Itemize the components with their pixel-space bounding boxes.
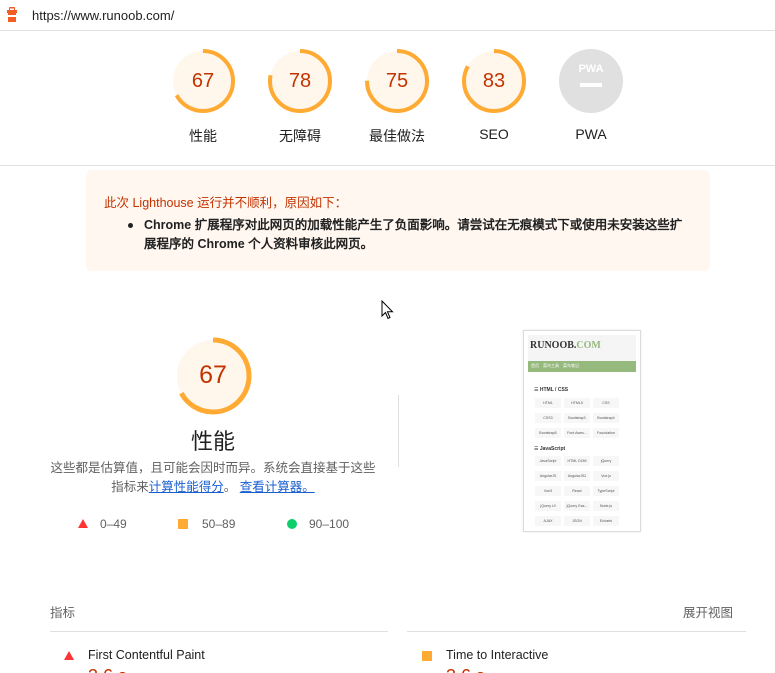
lighthouse-icon xyxy=(7,7,17,22)
expand-view-button[interactable]: 展开视图 xyxy=(683,602,733,621)
metric-value: 3.6 s xyxy=(446,666,485,673)
thumb-nav-text: 首页 菜鸟工具 菜鸟笔记 xyxy=(531,363,579,368)
thumb-cell: Echarts xyxy=(593,516,619,526)
thumb-cell: Bootstrap4 xyxy=(593,413,619,423)
metric-fcp[interactable]: First Contentful Paint xyxy=(64,648,205,662)
gauge-label: 性能 xyxy=(189,128,217,144)
thumb-cell: jQuery UI xyxy=(535,501,561,511)
view-calculator-link[interactable]: 查看计算器。 xyxy=(240,480,315,494)
gauge-score: 67 xyxy=(191,70,215,92)
performance-score: 67 xyxy=(199,361,227,389)
thumb-cell: HTML5 xyxy=(564,398,590,408)
thumb-cell: TypeScript xyxy=(593,486,619,496)
gauge-label: PWA xyxy=(575,126,607,142)
gauge-score: 75 xyxy=(385,70,409,92)
legend-average: 50–89 xyxy=(178,516,235,531)
thumb-cell: JavaScript xyxy=(535,456,561,466)
gauge-score: 78 xyxy=(288,70,312,92)
gauge-pwa[interactable]: PWA PWA xyxy=(546,48,636,142)
thumb-cell: jQuery Eas... xyxy=(564,501,590,511)
metric-name: Time to Interactive xyxy=(446,648,549,662)
performance-title: 性能 xyxy=(190,429,235,454)
bullet-icon xyxy=(128,223,133,228)
vertical-divider xyxy=(398,395,399,467)
gauge-score: 83 xyxy=(482,70,506,92)
run-warnings: 此次 Lighthouse 运行并不顺利，原因如下： Chrome 扩展程序对此… xyxy=(86,170,710,271)
pwa-badge-icon: PWA xyxy=(559,49,623,113)
calc-score-link[interactable]: 计算性能得分 xyxy=(149,480,224,494)
warning-heading: 此次 Lighthouse 运行并不顺利，原因如下： xyxy=(104,196,348,210)
legend-range: 0–49 xyxy=(100,516,127,531)
thumb-cell: AJAX xyxy=(535,516,561,526)
url-text[interactable]: https://www.runoob.com/ xyxy=(32,8,174,23)
thumb-cell: HTML xyxy=(535,398,561,408)
legend-range: 90–100 xyxy=(309,516,350,531)
average-square-icon xyxy=(178,518,188,529)
thumb-cell: Font Awes... xyxy=(564,428,590,438)
metric-value: 3.6 s xyxy=(88,666,127,673)
fail-triangle-icon xyxy=(78,519,88,529)
thumb-cell: Bootstrap5 xyxy=(535,428,561,438)
average-square-icon xyxy=(422,650,432,661)
divider xyxy=(407,631,746,632)
pass-circle-icon xyxy=(287,518,297,529)
thumb-cell: HTML DOM xyxy=(564,456,590,466)
address-bar[interactable]: https://www.runoob.com/ xyxy=(0,0,775,31)
fail-triangle-icon xyxy=(64,651,74,661)
gauge-seo[interactable]: 83 SEO xyxy=(449,48,539,142)
thumb-cell: AngularJS xyxy=(535,471,561,481)
thumb-cell: Bootstrap3 xyxy=(564,413,590,423)
thumb-cell: Node.js xyxy=(593,501,619,511)
thumb-cell: jQuery xyxy=(593,456,619,466)
gauge-label: SEO xyxy=(479,126,509,142)
pwa-badge-text: PWA xyxy=(578,63,603,75)
thumb-cell: Vue3 xyxy=(535,486,561,496)
divider xyxy=(0,165,775,166)
description-sep: 。 xyxy=(223,480,237,494)
metric-name: First Contentful Paint xyxy=(88,648,205,662)
gauge-best-practices[interactable]: 75 最佳做法 xyxy=(352,48,442,146)
gauge-label: 最佳做法 xyxy=(369,128,425,144)
metrics-heading: 指标 xyxy=(50,606,76,620)
divider xyxy=(50,631,388,632)
thumb-cell: AngularJS2 xyxy=(564,471,590,481)
thumb-cell: React xyxy=(564,486,590,496)
legend-fail: 0–49 xyxy=(78,516,127,531)
thumb-cell: Vue.js xyxy=(593,471,619,481)
thumb-cell: CSS xyxy=(593,398,619,408)
gauge-accessibility[interactable]: 78 无障碍 xyxy=(255,48,345,146)
thumb-logo: RUNOOB.COM xyxy=(530,340,601,351)
gauge-label: 无障碍 xyxy=(279,128,321,144)
gauge-performance[interactable]: 67 性能 xyxy=(158,48,248,146)
thumb-cell: JSON xyxy=(564,516,590,526)
legend-pass: 90–100 xyxy=(287,516,349,531)
mouse-cursor-icon xyxy=(381,300,394,320)
thumb-cell: CSS3 xyxy=(535,413,561,423)
thumb-section: ☰ JavaScript xyxy=(534,446,566,452)
performance-description: 这些都是估算值，且可能会因时而异。系统会直接基于这些指标来计算性能得分。 查看计… xyxy=(46,459,380,497)
final-screenshot[interactable]: RUNOOB.COM 首页 菜鸟工具 菜鸟笔记 ☰ HTML / CSS HTM… xyxy=(523,330,641,532)
thumb-section: ☰ HTML / CSS xyxy=(534,387,569,393)
legend-range: 50–89 xyxy=(202,516,236,531)
metric-tti[interactable]: Time to Interactive xyxy=(422,648,548,662)
score-summary: 67 性能 78 无障碍 75 最佳做法 83 SEO PWA PWA xyxy=(0,48,775,148)
thumb-cell: Foundation xyxy=(593,428,619,438)
warning-item: Chrome 扩展程序对此网页的加载性能产生了负面影响。请尝试在无痕模式下或使用… xyxy=(144,218,683,251)
